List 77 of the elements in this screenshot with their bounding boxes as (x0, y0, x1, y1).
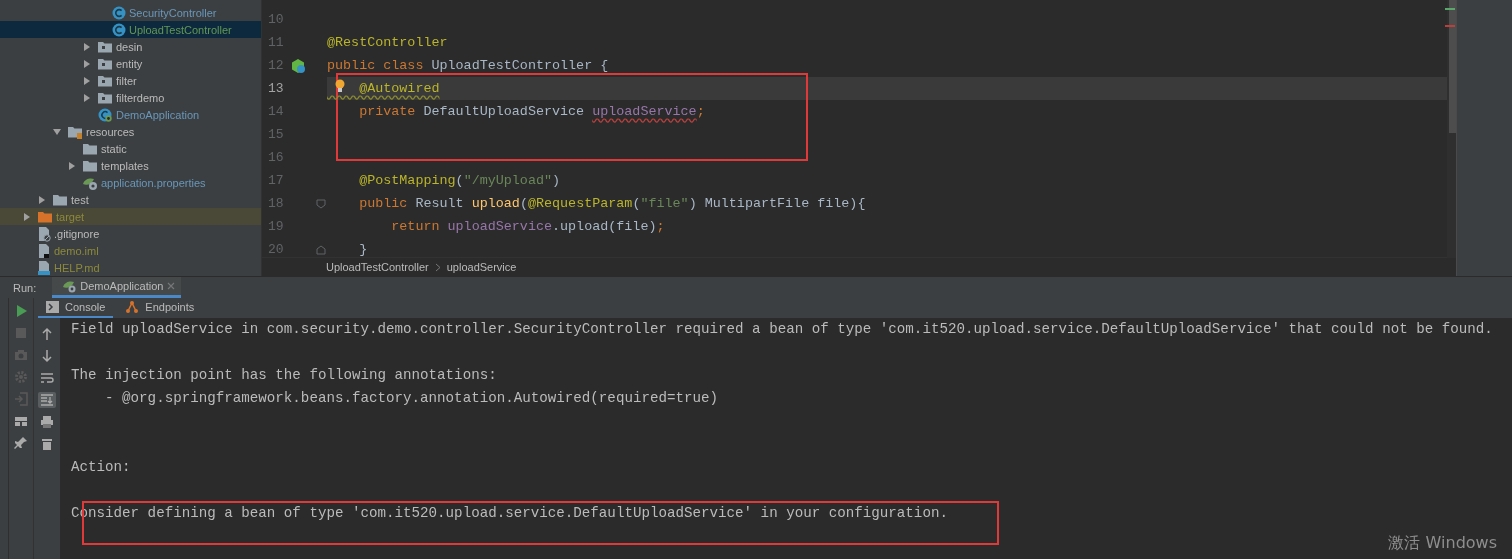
file-icon (37, 225, 51, 242)
code-line: @PostMapping("/myUpload") (358, 172, 562, 190)
console-line: - @org.springframework.beans.factory.annotation.Autowired(required=true) (104, 390, 719, 406)
code-line: private DefaultUploadService uploadService; (358, 103, 706, 121)
line-number: 16 (268, 150, 285, 165)
expand-arrow-icon[interactable] (53, 127, 61, 136)
file-icon (37, 259, 51, 276)
code-line: public class UploadTestController { (327, 57, 610, 75)
spring-app-icon (62, 279, 77, 293)
line-number: 10 (268, 12, 285, 27)
down-arrow-icon[interactable] (40, 349, 54, 363)
expand-arrow-icon[interactable] (83, 93, 91, 102)
scroll-to-end-button[interactable] (38, 392, 56, 408)
chevron-icon (434, 262, 441, 272)
fold-icon[interactable] (316, 198, 326, 209)
expand-arrow-icon[interactable] (23, 212, 31, 221)
spring-class-icon (97, 106, 113, 123)
tree-item[interactable]: filterdemo (0, 89, 261, 106)
tree-item[interactable]: HELP.md (0, 259, 261, 276)
tree-item[interactable]: static (0, 140, 261, 157)
print-icon[interactable] (40, 415, 54, 429)
tree-item[interactable]: desin (0, 38, 261, 55)
tree-item[interactable]: demo.iml (0, 242, 261, 259)
tree-item[interactable]: resources (0, 123, 261, 140)
line-number: 20 (268, 242, 285, 257)
line-number: 12 (268, 58, 285, 73)
tree-item[interactable]: .gitignore (0, 225, 261, 242)
file-icon (37, 242, 51, 259)
line-number: 15 (268, 127, 285, 142)
code-line: public Result upload(@RequestParam("file") MultipartFile file){ (358, 195, 867, 213)
wrap-icon[interactable] (40, 371, 54, 385)
tree-item[interactable]: UploadTestController (0, 21, 261, 38)
run-icon[interactable] (14, 304, 28, 318)
line-number: 14 (268, 104, 285, 119)
panel-title: Run: (13, 281, 37, 294)
expand-arrow-icon[interactable] (83, 42, 91, 51)
line-number: 19 (268, 219, 285, 234)
scroll-to-end-icon (40, 393, 54, 407)
console-line: Action: (71, 459, 131, 475)
code-line: return uploadService.upload(file); (390, 218, 666, 236)
breadcrumb-item[interactable]: UploadTestController (326, 261, 429, 273)
scrollbar-thumb[interactable] (1449, 0, 1456, 133)
code-line: @Autowired (327, 77, 1447, 100)
tree-item[interactable]: DemoApplication (0, 106, 261, 123)
error-marker-icon (1445, 25, 1455, 27)
expand-arrow-icon[interactable] (68, 161, 76, 170)
activation-notice: 激活 Windows (1388, 533, 1497, 554)
layout-icon[interactable] (14, 414, 28, 428)
tree-item[interactable]: SecurityController (0, 4, 261, 21)
change-marker-icon (1445, 8, 1455, 10)
console-tab[interactable]: Endpoints (117, 298, 203, 318)
expand-arrow-icon[interactable] (83, 76, 91, 85)
console-line: Field uploadService in com.security.demo.controller.SecurityController required a bean of type 'com.it520.upload.service.DefaultUploadService' that could not be found. (71, 321, 1493, 337)
fold-icon[interactable] (316, 244, 326, 255)
line-number: 18 (268, 196, 285, 211)
up-arrow-icon[interactable] (40, 327, 54, 341)
line-number: 11 (268, 35, 285, 50)
line-number: 13 (268, 81, 285, 96)
tree-item[interactable]: test (0, 191, 261, 208)
tree-item[interactable]: templates (0, 157, 261, 174)
terminal-icon (46, 301, 59, 313)
pin-icon[interactable] (14, 436, 28, 450)
tree-item[interactable]: application.properties (0, 174, 261, 191)
breadcrumb-item[interactable]: uploadService (446, 261, 517, 273)
tree-item[interactable]: filter (0, 72, 261, 89)
tree-item[interactable]: entity (0, 55, 261, 72)
trash-icon[interactable] (40, 437, 54, 451)
class-icon (112, 5, 126, 20)
code-line: @RestController (327, 34, 449, 52)
class-icon (112, 22, 126, 37)
network-icon (125, 300, 140, 314)
expand-arrow-icon[interactable] (38, 195, 46, 204)
console-line: The injection point has the following annotations: (71, 367, 497, 383)
expand-arrow-icon[interactable] (83, 59, 91, 68)
code-line: } (358, 241, 369, 257)
line-number: 17 (268, 173, 285, 188)
run-tab[interactable]: DemoApplication (52, 277, 182, 298)
